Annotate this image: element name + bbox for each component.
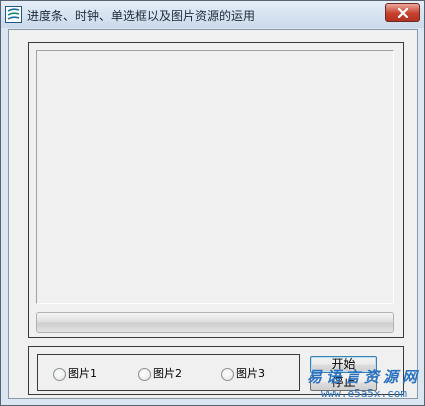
window-title: 进度条、时钟、单选框以及图片资源的运用 [27,9,256,23]
controls-frame: 图片1 图片2 图片3 开始 停止 [28,346,404,395]
radio-label: 图片3 [236,367,265,380]
client-area: 图片1 图片2 图片3 开始 停止 [8,29,418,399]
close-button[interactable] [385,3,420,22]
picture-box [36,50,394,304]
title-bar[interactable]: 进度条、时钟、单选框以及图片资源的运用 [1,1,424,28]
display-frame [28,42,404,338]
radio-group: 图片1 图片2 图片3 [37,354,300,391]
radio-label: 图片2 [153,367,182,380]
radio-circle-icon[interactable] [53,368,66,381]
radio-circle-icon[interactable] [221,368,234,381]
stop-button[interactable]: 停止 [310,375,377,391]
radio-label: 图片1 [68,367,97,380]
app-logo-icon [5,6,22,23]
app-window: 进度条、时钟、单选框以及图片资源的运用 图片1 图片2 图片3 开始 停止 易语… [0,0,425,406]
start-button[interactable]: 开始 [310,356,377,373]
close-icon [397,8,409,18]
progress-bar [36,312,394,333]
radio-circle-icon[interactable] [138,368,151,381]
